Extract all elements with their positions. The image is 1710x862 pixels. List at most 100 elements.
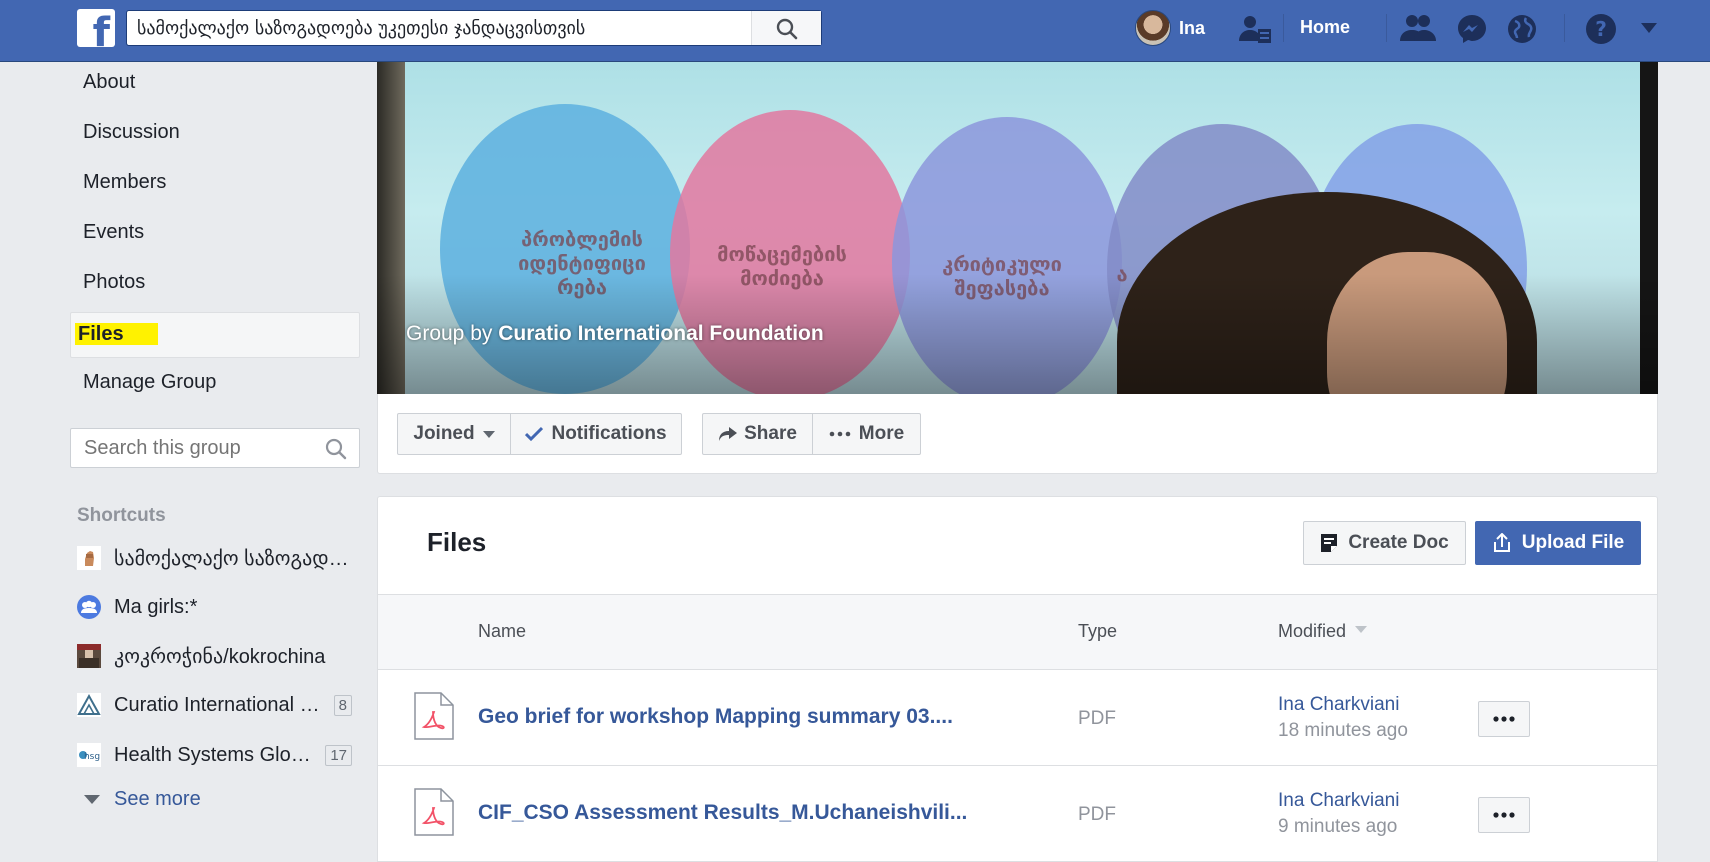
avatar: [1135, 10, 1171, 46]
files-heading: Files: [427, 527, 487, 557]
group-search: [70, 428, 360, 468]
global-search: [126, 10, 822, 46]
create-doc-label: Create Doc: [1348, 532, 1449, 553]
unread-count-badge: 17: [325, 744, 352, 766]
notifications-button[interactable]: Notifications: [510, 413, 682, 455]
column-header-type[interactable]: Type: [1078, 621, 1117, 642]
joined-label: Joined: [413, 423, 475, 444]
nav-item-photos[interactable]: Photos: [70, 262, 360, 312]
file-type: PDF: [1078, 708, 1116, 729]
divider: [1386, 14, 1387, 42]
upload-file-button[interactable]: Upload File: [1475, 521, 1641, 565]
more-button[interactable]: More: [812, 413, 921, 455]
shortcut-item[interactable]: hsg Health Systems Glo… 17: [77, 740, 352, 770]
shortcut-label: Curatio International …: [114, 693, 320, 716]
nav-item-files[interactable]: Files: [70, 312, 360, 358]
nav-item-files-label: Files: [75, 323, 158, 345]
messenger-icon[interactable]: [1456, 13, 1488, 45]
shortcut-label: სამოქალაქო საზოგადო…: [114, 547, 352, 570]
nav-item-discussion[interactable]: Discussion: [70, 112, 360, 162]
file-owner-link[interactable]: Ina Charkviani: [1278, 790, 1399, 812]
see-more-label: See more: [114, 788, 201, 810]
search-icon[interactable]: [325, 438, 347, 460]
sort-desc-icon: [1355, 626, 1368, 633]
file-row: Geo brief for workshop Mapping summary 0…: [378, 671, 1657, 766]
search-icon: [776, 18, 798, 40]
file-name-link[interactable]: Geo brief for workshop Mapping summary 0…: [478, 705, 953, 729]
caption-prefix: Group by: [406, 322, 493, 345]
hsg-logo-icon: hsg: [77, 743, 101, 767]
more-dots-icon: [1493, 812, 1515, 818]
group-thumbnail-icon: [77, 644, 101, 668]
shortcut-item[interactable]: სამოქალაქო საზოგადო…: [77, 543, 352, 573]
pdf-file-icon: [414, 692, 454, 740]
column-header-modified[interactable]: Modified: [1278, 621, 1368, 642]
divider: [1283, 14, 1284, 42]
nav-item-events[interactable]: Events: [70, 212, 360, 262]
file-options-button[interactable]: [1478, 797, 1530, 833]
shortcut-label: Health Systems Glo…: [114, 743, 311, 766]
curatio-logo-icon: [77, 693, 101, 717]
facebook-logo-icon[interactable]: f: [77, 9, 115, 47]
more-dots-icon: [829, 431, 851, 437]
share-arrow-icon: [719, 427, 738, 441]
upload-icon: [1493, 533, 1510, 552]
files-table-header: Name Type Modified: [378, 594, 1657, 670]
create-doc-button[interactable]: Create Doc: [1303, 521, 1466, 565]
notifications-globe-icon[interactable]: [1506, 13, 1538, 45]
help-icon[interactable]: ?: [1585, 13, 1617, 45]
shortcuts-heading: Shortcuts: [77, 505, 166, 526]
column-header-modified-label: Modified: [1278, 621, 1347, 641]
profile-link[interactable]: Ina: [1135, 10, 1205, 46]
files-panel: Files Create Doc Upload File Name Type M…: [377, 496, 1658, 862]
cover-caption: Group by Curatio International Foundatio…: [406, 322, 824, 346]
see-more-link[interactable]: See more: [84, 788, 201, 811]
chevron-down-icon: [482, 430, 495, 438]
find-friends-icon[interactable]: [1238, 13, 1272, 45]
svg-text:hsg: hsg: [84, 752, 100, 762]
file-name-link[interactable]: CIF_CSO Assessment Results_M.Uchaneishvi…: [478, 801, 967, 825]
home-link[interactable]: Home: [1300, 17, 1350, 38]
upload-file-label: Upload File: [1521, 532, 1625, 553]
shortcut-item[interactable]: Ma girls:*: [77, 592, 352, 622]
svg-text:?: ?: [1595, 17, 1607, 41]
shortcut-item[interactable]: Curatio International … 8: [77, 690, 352, 720]
file-modified-time: 18 minutes ago: [1278, 720, 1408, 741]
file-owner-link[interactable]: Ina Charkviani: [1278, 694, 1399, 716]
group-icon: [77, 595, 101, 619]
shortcut-item[interactable]: კოკროჭინა/kokrochina: [77, 641, 352, 671]
shortcut-label: Ma girls:*: [114, 595, 198, 618]
share-label: Share: [744, 423, 797, 444]
chevron-down-icon: [84, 795, 100, 804]
notifications-label: Notifications: [551, 423, 667, 444]
more-label: More: [858, 423, 905, 444]
file-row: CIF_CSO Assessment Results_M.Uchaneishvi…: [378, 767, 1657, 862]
friend-requests-icon[interactable]: [1400, 13, 1436, 43]
divider: [1564, 14, 1565, 42]
global-search-input[interactable]: [127, 11, 753, 45]
shortcut-label: კოკროჭინა/kokrochina: [114, 645, 326, 668]
group-cover-photo[interactable]: პრობლემის იდენტიფიცი რება მოწაცემების მო…: [377, 62, 1658, 394]
search-button[interactable]: [751, 11, 821, 45]
share-button[interactable]: Share: [702, 413, 813, 455]
top-bar: f Ina Home ?: [0, 0, 1710, 62]
group-search-input[interactable]: [71, 429, 311, 467]
document-icon: [1321, 534, 1338, 552]
column-header-name[interactable]: Name: [478, 621, 526, 642]
group-thumbnail-icon: [77, 546, 101, 570]
file-options-button[interactable]: [1478, 701, 1530, 737]
group-owner-link[interactable]: Curatio International Foundation: [498, 322, 823, 345]
account-menu-chevron-icon[interactable]: [1640, 22, 1658, 34]
joined-button[interactable]: Joined: [397, 413, 511, 455]
file-type: PDF: [1078, 804, 1116, 825]
group-left-nav: About Discussion Members Events Photos F…: [70, 62, 360, 412]
nav-item-members[interactable]: Members: [70, 162, 360, 212]
pdf-file-icon: [414, 788, 454, 836]
checkmark-icon: [525, 426, 544, 442]
nav-item-manage-group[interactable]: Manage Group: [70, 362, 360, 412]
file-modified-time: 9 minutes ago: [1278, 816, 1398, 837]
nav-item-about[interactable]: About: [70, 62, 360, 112]
user-name: Ina: [1179, 17, 1206, 38]
group-action-bar: Joined Notifications Share More: [377, 394, 1658, 474]
unread-count-badge: 8: [333, 694, 352, 716]
